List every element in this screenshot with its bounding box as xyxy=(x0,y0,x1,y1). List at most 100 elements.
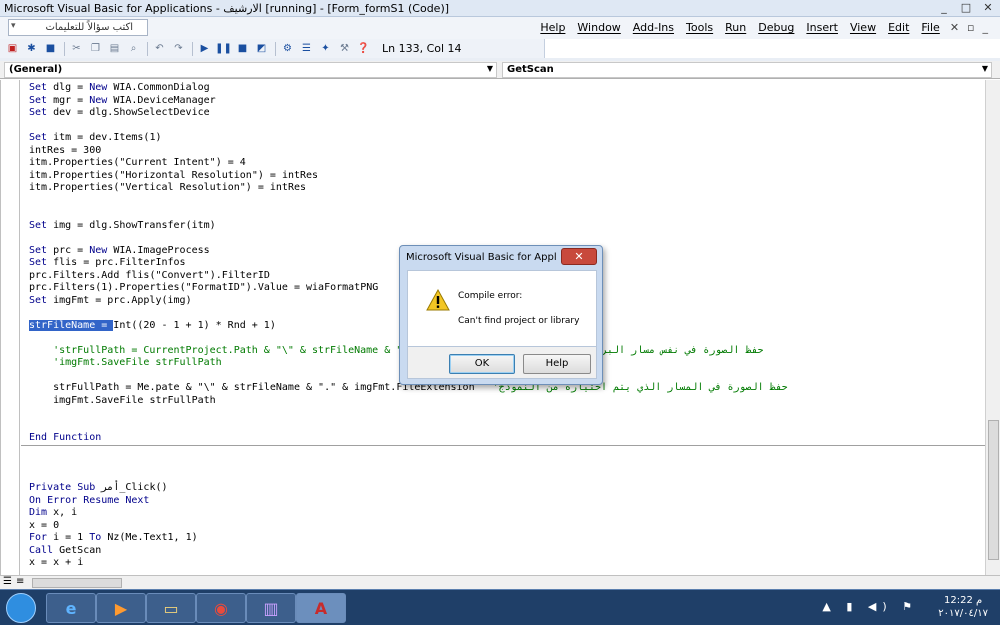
error-heading: Compile error: xyxy=(458,291,523,301)
dialog-close-button[interactable]: ✕ xyxy=(561,248,597,265)
reset-icon[interactable]: ■ xyxy=(234,41,251,56)
run-icon[interactable]: ▶ xyxy=(196,41,213,56)
doc-restore-button[interactable]: ▫ xyxy=(963,20,978,36)
insert-module-icon[interactable]: ✱ xyxy=(23,41,40,56)
menu-bar: اكتب سؤالاً للتعليمات ▾ Help Window Add-… xyxy=(0,17,1000,39)
paste-icon[interactable]: ▤ xyxy=(106,41,123,56)
menu-window[interactable]: Window xyxy=(571,20,626,36)
code-line: intRes = 300 xyxy=(29,144,102,156)
code-line: itm.Properties("Current Intent") = 4 xyxy=(29,157,246,168)
menu-debug[interactable]: Debug xyxy=(752,20,800,36)
object-browser-icon[interactable]: ✦ xyxy=(317,41,334,56)
compile-error-dialog: Microsoft Visual Basic for Applications … xyxy=(399,245,603,385)
object-combo[interactable]: (General) ▼ xyxy=(4,62,497,78)
tray-icons[interactable]: ▲ ▮ ◀) ⚑ xyxy=(822,600,918,613)
code-line: x = 0 xyxy=(29,519,60,531)
properties-window-icon[interactable]: ☰ xyxy=(298,41,315,56)
menu-file[interactable]: File xyxy=(915,20,945,36)
start-button[interactable] xyxy=(6,593,36,623)
clock[interactable]: 12:22 م ٢٠١٧/٠٤/١٧ xyxy=(938,594,988,620)
redo-icon[interactable]: ↷ xyxy=(170,41,187,56)
chevron-down-icon[interactable]: ▼ xyxy=(487,64,493,73)
warning-icon xyxy=(426,289,450,311)
code-line: itm.Properties("Horizontal Resolution") … xyxy=(29,169,319,181)
menu-add-ins[interactable]: Add-Ins xyxy=(627,20,680,36)
doc-close-button[interactable]: ✕ xyxy=(946,20,963,36)
chevron-down-icon[interactable]: ▼ xyxy=(982,64,988,73)
chevron-down-icon[interactable]: ▾ xyxy=(11,21,16,31)
standard-toolbar: ▣ ✱ ■ ✂ ❐ ▤ ⌕ ↶ ↷ ▶ ❚❚ ■ ◩ ⚙ ☰ ✦ ⚒ ❓ Ln … xyxy=(0,39,545,58)
winrar-icon[interactable]: ▥ xyxy=(246,593,296,623)
error-message: Can't find project or library xyxy=(458,316,580,326)
code-line: imgFmt.SaveFile strFullPath xyxy=(53,394,216,406)
code-line: Set img = dlg.ShowTransfer(itm) xyxy=(29,219,216,231)
menu-edit[interactable]: Edit xyxy=(882,20,915,36)
menu-tools[interactable]: Tools xyxy=(680,20,719,36)
chrome-icon[interactable]: ◉ xyxy=(196,593,246,623)
find-icon[interactable]: ⌕ xyxy=(125,41,142,56)
file-explorer-icon[interactable]: ▭ xyxy=(146,593,196,623)
toolbar-separator xyxy=(275,41,276,56)
code-window-combos: (General) ▼ GetScan ▼ xyxy=(0,61,1000,79)
menu-view[interactable]: View xyxy=(844,20,882,36)
close-button[interactable]: ✕ xyxy=(980,1,996,15)
cut-icon[interactable]: ✂ xyxy=(68,41,85,56)
dialog-footer: OK Help xyxy=(407,347,597,379)
view-access-icon[interactable]: ▣ xyxy=(4,41,21,56)
procedure-combo-value: GetScan xyxy=(507,64,554,75)
maximize-button[interactable]: □ xyxy=(958,1,974,15)
code-line: Set itm = dev.Items(1) xyxy=(29,132,162,143)
clock-date: ٢٠١٧/٠٤/١٧ xyxy=(938,608,988,619)
design-mode-icon[interactable]: ◩ xyxy=(253,41,270,56)
title-bar: Microsoft Visual Basic for Applications … xyxy=(0,0,1000,17)
procedure-divider xyxy=(21,445,986,446)
code-line: Dim x, i xyxy=(29,507,78,518)
procedure-view-icon[interactable]: ☰ xyxy=(3,576,12,587)
menu-insert[interactable]: Insert xyxy=(800,20,844,36)
ok-button[interactable]: OK xyxy=(449,354,515,374)
undo-icon[interactable]: ↶ xyxy=(151,41,168,56)
toolbar-separator xyxy=(64,41,65,56)
menu-run[interactable]: Run xyxy=(719,20,752,36)
doc-minimize-button[interactable]: _ xyxy=(979,20,993,36)
save-icon[interactable]: ■ xyxy=(42,41,59,56)
media-player-icon[interactable]: ▶ xyxy=(96,593,146,623)
project-explorer-icon[interactable]: ⚙ xyxy=(279,41,296,56)
code-line: For i = 1 To Nz(Me.Text1, 1) xyxy=(29,532,198,543)
code-line: itm.Properties("Vertical Resolution") = … xyxy=(29,182,307,193)
margin-indicator-bar[interactable] xyxy=(1,80,20,575)
toolbox-icon[interactable]: ⚒ xyxy=(336,41,353,56)
dialog-title: Microsoft Visual Basic for Applications xyxy=(406,252,556,263)
internet-explorer-icon[interactable]: e xyxy=(46,593,96,623)
break-icon[interactable]: ❚❚ xyxy=(215,41,232,56)
ask-question-box[interactable]: اكتب سؤالاً للتعليمات ▾ xyxy=(8,19,148,36)
object-combo-value: (General) xyxy=(9,64,63,75)
help-button[interactable]: Help xyxy=(523,354,591,374)
code-line: Call GetScan xyxy=(29,544,102,556)
taskbar: e ▶ ▭ ◉ ▥ A ▲ ▮ ◀) ⚑ 12:22 م ٢٠١٧/٠٤/١٧ xyxy=(0,589,1000,625)
clock-time: 12:22 م xyxy=(944,595,983,606)
vertical-scroll-thumb[interactable] xyxy=(988,420,999,560)
code-line: End Function xyxy=(29,432,102,443)
horizontal-scroll-thumb[interactable] xyxy=(32,578,122,588)
procedure-combo[interactable]: GetScan ▼ xyxy=(502,62,992,78)
vertical-scrollbar[interactable] xyxy=(985,80,1000,575)
menu-help[interactable]: Help xyxy=(534,20,571,36)
full-module-view-icon[interactable]: ≡ xyxy=(16,576,24,587)
menu-items: Help Window Add-Ins Tools Run Debug Inse… xyxy=(534,20,992,36)
help-icon[interactable]: ❓ xyxy=(355,41,372,56)
code-line: x = x + i xyxy=(29,557,84,568)
access-icon[interactable]: A xyxy=(296,593,346,623)
copy-icon[interactable]: ❐ xyxy=(87,41,104,56)
minimize-button[interactable]: _ xyxy=(936,1,952,15)
toolbar-separator xyxy=(192,41,193,56)
horizontal-scrollbar[interactable]: ☰ ≡ xyxy=(0,575,1000,589)
